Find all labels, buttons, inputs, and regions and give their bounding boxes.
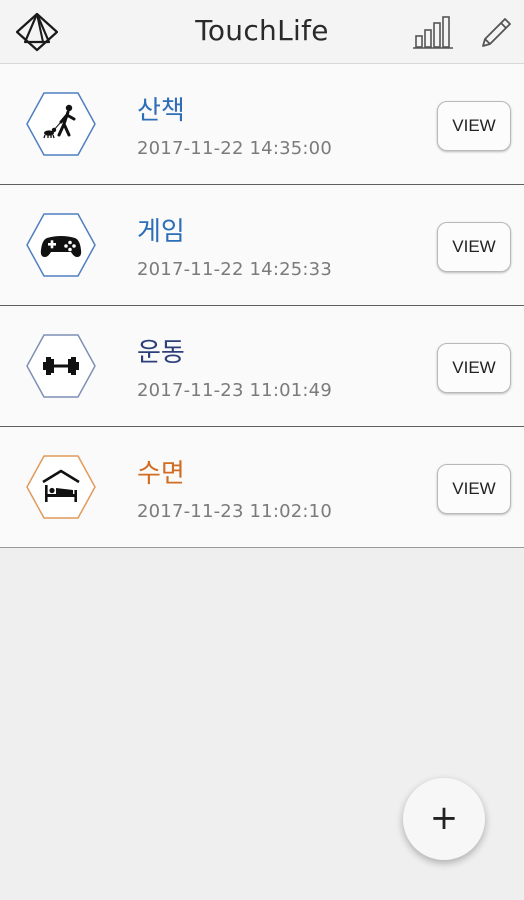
bar-chart-icon[interactable] [412, 14, 454, 50]
view-button[interactable]: VIEW [437, 101, 511, 151]
view-button[interactable]: VIEW [437, 222, 511, 272]
list-item: 운동 2017-11-23 11:01:49 VIEW [0, 306, 524, 427]
entry-name: 운동 [137, 338, 185, 368]
gamepad-icon [26, 213, 96, 277]
entry-name: 게임 [137, 217, 185, 247]
list-item: 산책 2017-11-22 14:35:00 VIEW [0, 64, 524, 185]
entry-date: 2017-11-23 11:02:10 [137, 501, 332, 522]
view-button[interactable]: VIEW [437, 343, 511, 393]
dumbbell-icon [26, 334, 96, 398]
entry-date: 2017-11-23 11:01:49 [137, 380, 332, 401]
plus-icon: + [429, 798, 459, 838]
add-button[interactable]: + [403, 778, 485, 860]
list-item: 게임 2017-11-22 14:25:33 VIEW [0, 185, 524, 306]
entry-date: 2017-11-22 14:35:00 [137, 138, 332, 159]
bed-icon [26, 455, 96, 519]
dog-walk-icon [26, 92, 96, 156]
activity-list: 산책 2017-11-22 14:35:00 VIEW 게임 2017-11-2… [0, 64, 524, 548]
entry-name: 수면 [137, 459, 185, 489]
entry-name: 산책 [137, 96, 185, 126]
pencil-icon[interactable] [478, 12, 516, 50]
app-bar: TouchLife [0, 0, 524, 64]
view-button[interactable]: VIEW [437, 464, 511, 514]
entry-date: 2017-11-22 14:25:33 [137, 259, 332, 280]
list-item: 수면 2017-11-23 11:02:10 VIEW [0, 427, 524, 548]
